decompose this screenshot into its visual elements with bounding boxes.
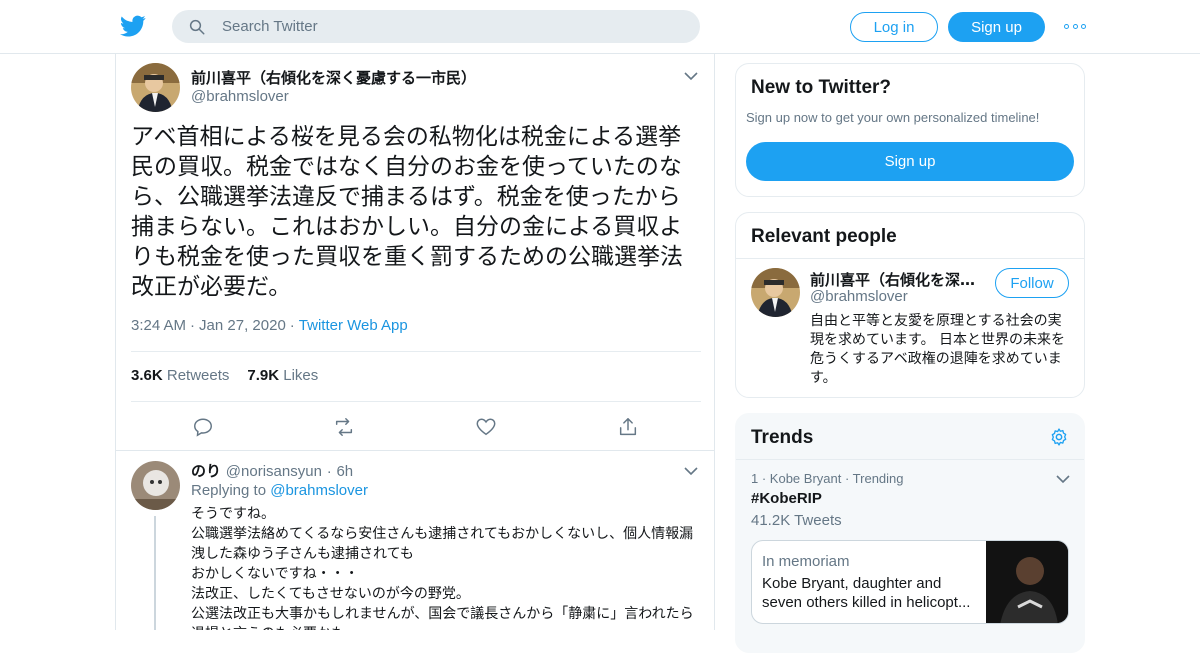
twitter-bird-icon[interactable]: [120, 13, 146, 39]
reply-author-avatar[interactable]: [131, 461, 180, 510]
new-to-twitter-title: New to Twitter?: [751, 77, 892, 98]
trend-meta: 1 · Kobe Bryant · Trending: [751, 471, 904, 486]
relevant-people-title: Relevant people: [751, 226, 897, 247]
trend-card-headline: Kobe Bryant, daughter and seven others k…: [762, 575, 971, 611]
reply-author-handle[interactable]: @norisansyun: [226, 463, 322, 480]
login-button[interactable]: Log in: [850, 12, 938, 42]
new-to-twitter-subtitle: Sign up now to get your own personalized…: [746, 110, 1040, 125]
reply-author-name[interactable]: のり: [191, 462, 221, 480]
top-bar: Log in Sign up: [0, 0, 1200, 54]
chevron-down-icon[interactable]: [684, 466, 698, 476]
search-icon: [189, 19, 205, 34]
reply-age[interactable]: 6h: [336, 463, 353, 480]
replying-to-link[interactable]: @brahmslover: [270, 482, 368, 499]
reply-text: そうですね。 公職選挙法絡めてくるなら安住さんも逮捕されてもおかしくないし、個人…: [191, 506, 694, 630]
author-avatar[interactable]: [131, 63, 180, 112]
tweet-stats: 3.6K Retweets 7.9K Likes: [131, 367, 318, 384]
likes-stat[interactable]: 7.9K Likes: [247, 367, 318, 384]
chevron-down-icon[interactable]: [1056, 474, 1070, 484]
tweet-source[interactable]: Twitter Web App: [299, 317, 408, 334]
share-icon[interactable]: [617, 416, 639, 438]
trend-topic: Kobe Bryant: [769, 471, 842, 486]
retweet-icon[interactable]: [333, 416, 355, 438]
trend-status: Trending: [852, 471, 904, 486]
divider: [736, 459, 1084, 460]
tweet-column: 前川喜平（右傾化を深く憂慮する一市民） @brahmslover アベ首相による…: [115, 54, 715, 630]
trend-name[interactable]: #KobeRIP: [751, 490, 822, 507]
trends-title: Trends: [751, 427, 814, 448]
tweet-date[interactable]: Jan 27, 2020: [199, 317, 286, 334]
more-options-icon[interactable]: [1064, 18, 1086, 34]
trend-card-thumbnail: [986, 541, 1068, 623]
reply-header: のり @norisansyun · 6h: [191, 462, 354, 480]
divider: [116, 450, 714, 451]
new-to-twitter-card: New to Twitter? Sign up now to get your …: [735, 63, 1085, 197]
sidebar-signup-button[interactable]: Sign up: [746, 142, 1074, 181]
author-name[interactable]: 前川喜平（右傾化を深く憂慮する一市民）: [191, 67, 476, 88]
retweets-stat[interactable]: 3.6K Retweets: [131, 367, 229, 384]
tweet-time[interactable]: 3:24 AM: [131, 317, 186, 334]
tweet-meta: 3:24 AM · Jan 27, 2020 · Twitter Web App: [131, 317, 408, 334]
follow-button[interactable]: Follow: [995, 268, 1069, 298]
tweet-text: アベ首相による桜を見る会の私物化は税金による選挙民の買収。税金ではなく自分のお金…: [131, 124, 683, 300]
search-input[interactable]: [222, 18, 662, 35]
relevant-people-card: Relevant people 前川喜平（右傾化を深く憂慮する一市民） @bra…: [735, 212, 1085, 398]
divider: [736, 258, 1084, 259]
replying-to: Replying to @brahmslover: [191, 482, 368, 499]
chevron-down-icon[interactable]: [684, 71, 698, 81]
person-name[interactable]: 前川喜平（右傾化を深く憂慮する一市民）: [810, 269, 990, 290]
trend-card-label: In memoriam: [762, 553, 850, 570]
trend-rank: 1: [751, 471, 759, 486]
author-handle[interactable]: @brahmslover: [191, 88, 289, 105]
signup-button[interactable]: Sign up: [948, 12, 1045, 42]
person-handle[interactable]: @brahmslover: [810, 288, 908, 305]
person-avatar[interactable]: [751, 268, 800, 317]
divider: [131, 351, 701, 352]
person-bio: 自由と平等と友愛を原理とする社会の実現を求めています。 日本と世界の未来を危うく…: [810, 313, 1066, 386]
trend-news-card[interactable]: In memoriam Kobe Bryant, daughter and se…: [751, 540, 1069, 624]
like-icon[interactable]: [475, 416, 497, 438]
search-bar[interactable]: [172, 10, 700, 43]
divider: [131, 401, 701, 402]
thread-line: [154, 516, 156, 630]
reply-icon[interactable]: [192, 416, 214, 438]
trend-count: 41.2K Tweets: [751, 512, 842, 529]
trends-card: Trends 1 · Kobe Bryant · Trending #KobeR…: [735, 413, 1085, 653]
gear-icon[interactable]: [1049, 427, 1069, 447]
